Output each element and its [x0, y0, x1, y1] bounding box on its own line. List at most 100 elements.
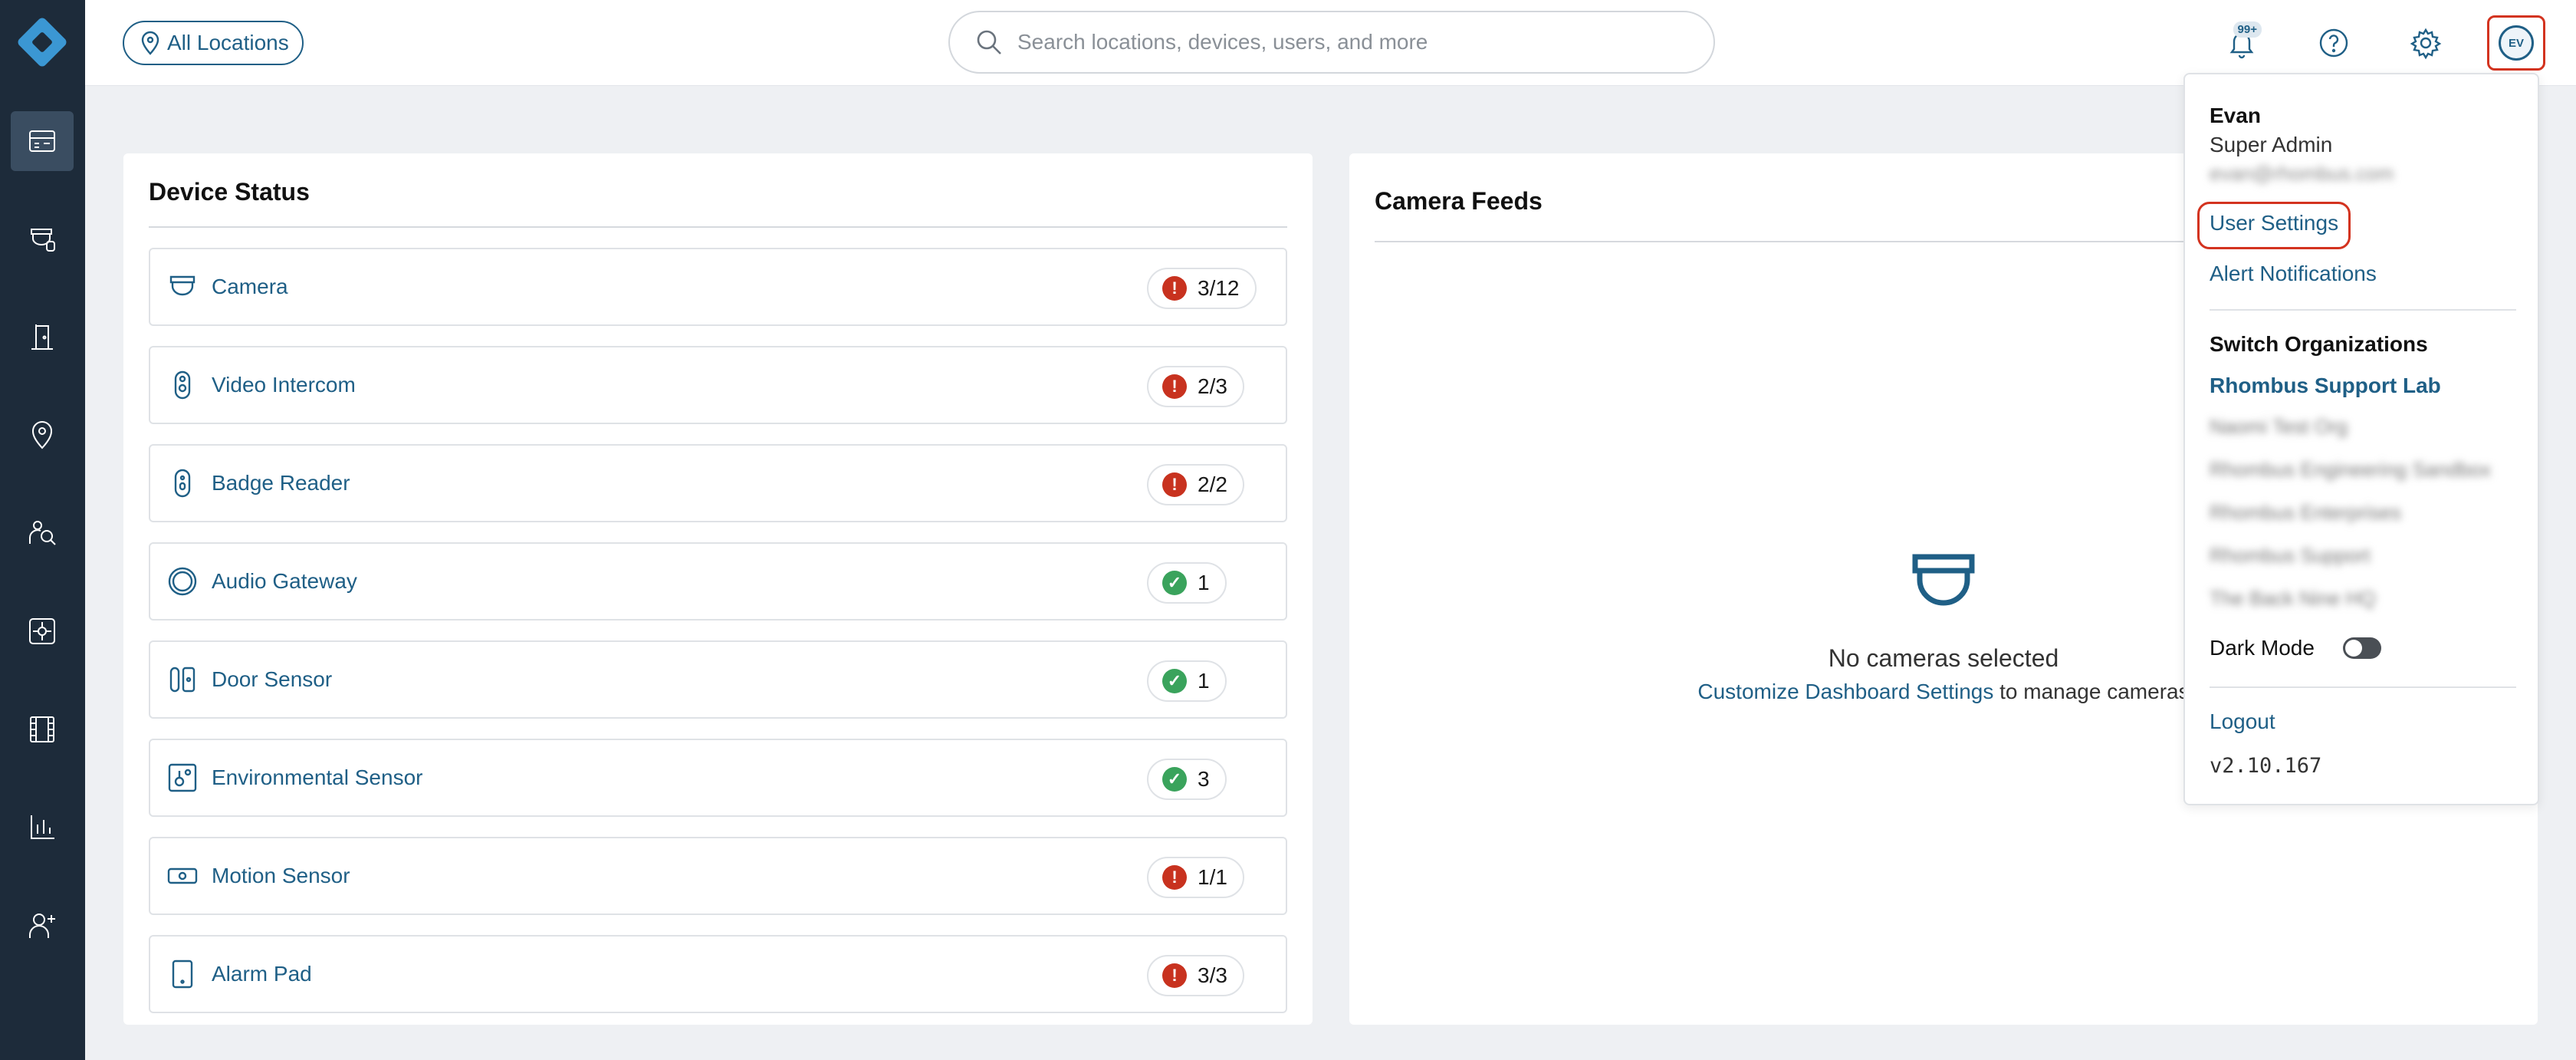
error-icon: ! [1162, 374, 1187, 399]
device-status-title: Device Status [149, 178, 310, 206]
device-row-alarm-pad[interactable]: Alarm Pad ! 3/3 [149, 935, 1287, 1013]
camera-icon [166, 270, 199, 304]
camera-feeds-title: Camera Feeds [1375, 187, 1543, 215]
view-grid-icon [29, 618, 55, 644]
status-count: 2/2 [1198, 472, 1227, 496]
device-name: Video Intercom [212, 373, 356, 397]
check-icon: ✓ [1162, 767, 1187, 792]
empty-hint-suffix: to manage cameras [1993, 680, 2190, 703]
device-row-video-intercom[interactable]: Video Intercom ! 2/3 [149, 346, 1287, 424]
org-item[interactable]: Rhombus Support [2210, 544, 2371, 568]
error-icon: ! [1162, 865, 1187, 890]
device-row-motion-sensor[interactable]: Motion Sensor ! 1/1 [149, 837, 1287, 915]
location-pin-icon [31, 421, 53, 449]
user-email: evan@rhombus.com [2210, 162, 2394, 185]
sidebar-item-views[interactable] [11, 601, 74, 661]
device-name: Alarm Pad [212, 962, 312, 986]
user-menu: Evan Super Admin evan@rhombus.com User S… [2183, 73, 2539, 805]
rhombus-logo[interactable] [15, 15, 69, 69]
bar-chart-icon [31, 815, 54, 839]
alert-notifications-link[interactable]: Alert Notifications [2210, 262, 2377, 286]
check-icon: ✓ [1162, 571, 1187, 595]
device-name: Motion Sensor [212, 864, 350, 887]
help-button[interactable] [2311, 20, 2357, 66]
device-row-door-sensor[interactable]: Door Sensor ✓ 1 [149, 640, 1287, 719]
status-count: 1/1 [1198, 865, 1227, 889]
sidebar-item-dashboard[interactable] [11, 111, 74, 171]
sidebar-item-locations[interactable] [11, 405, 74, 465]
door-sensor-icon [166, 663, 199, 696]
device-name: Environmental Sensor [212, 765, 423, 789]
sidebar-item-reports[interactable] [11, 798, 74, 858]
status-badge[interactable]: ! 3/12 [1147, 268, 1257, 309]
location-pin-icon [141, 31, 159, 55]
status-badge[interactable]: ✓ 3 [1147, 759, 1227, 800]
status-badge[interactable]: ! 1/1 [1147, 857, 1244, 898]
status-badge[interactable]: ! 3/3 [1147, 955, 1244, 996]
search-input[interactable] [1017, 30, 1631, 54]
logout-link[interactable]: Logout [2210, 709, 2275, 734]
sidebar [0, 0, 85, 1060]
sidebar-item-devices[interactable] [11, 209, 74, 268]
badge-reader-icon [166, 466, 199, 500]
environmental-sensor-icon [166, 761, 199, 795]
device-row-camera[interactable]: Camera ! 3/12 [149, 248, 1287, 326]
search-bar[interactable] [948, 11, 1715, 74]
sidebar-item-access-control[interactable] [11, 307, 74, 367]
location-label: All Locations [167, 31, 289, 54]
check-icon: ✓ [1162, 669, 1187, 693]
switch-organizations-heading: Switch Organizations [2210, 332, 2428, 356]
status-count: 1 [1198, 571, 1210, 594]
device-name: Camera [212, 275, 288, 298]
status-badge[interactable]: ! 2/2 [1147, 464, 1244, 505]
alarm-pad-icon [166, 957, 199, 991]
camera-icon [1912, 554, 1975, 606]
video-intercom-icon [166, 368, 199, 402]
divider [2210, 309, 2516, 311]
status-count: 3/12 [1198, 276, 1240, 300]
user-settings-link[interactable]: User Settings [2210, 211, 2338, 235]
film-icon [30, 716, 54, 742]
error-icon: ! [1162, 276, 1187, 301]
customize-dashboard-link[interactable]: Customize Dashboard Settings [1697, 680, 1993, 703]
dark-mode-toggle[interactable] [2343, 637, 2381, 659]
avatar: EV [2499, 25, 2534, 61]
notification-count-badge: 99+ [2233, 21, 2262, 38]
settings-button[interactable] [2403, 20, 2449, 66]
door-access-icon [31, 324, 53, 350]
org-item[interactable]: Rhombus Enterprises [2210, 501, 2401, 525]
org-item-active[interactable]: Rhombus Support Lab [2210, 374, 2441, 398]
user-avatar-button[interactable]: EV [2487, 15, 2545, 71]
status-badge[interactable]: ! 2/3 [1147, 366, 1244, 407]
org-item[interactable]: The Back Nine HQ [2210, 587, 2376, 611]
status-count: 1 [1198, 669, 1210, 693]
status-badge[interactable]: ✓ 1 [1147, 660, 1227, 702]
org-item[interactable]: Naomi Test Org [2210, 415, 2348, 439]
sidebar-item-people[interactable] [11, 503, 74, 563]
device-name: Door Sensor [212, 667, 333, 691]
status-count: 3 [1198, 767, 1210, 791]
user-role: Super Admin [2210, 133, 2333, 156]
org-item[interactable]: Rhombus Engineering Sandbox [2210, 458, 2491, 482]
device-name: Audio Gateway [212, 569, 357, 593]
status-count: 2/3 [1198, 374, 1227, 398]
gear-icon [2410, 28, 2442, 60]
motion-sensor-icon [166, 859, 199, 893]
sidebar-item-users[interactable] [11, 896, 74, 956]
status-badge[interactable]: ✓ 1 [1147, 562, 1227, 604]
camera-device-icon [31, 229, 55, 252]
user-name: Evan [2210, 104, 2261, 127]
device-row-badge-reader[interactable]: Badge Reader ! 2/2 [149, 444, 1287, 522]
divider [2210, 686, 2516, 688]
device-status-card: Device Status Camera ! 3/12 Video Interco… [123, 153, 1313, 1025]
notifications-button[interactable]: 99+ [2219, 20, 2265, 66]
all-locations-button[interactable]: All Locations [123, 21, 304, 65]
device-row-environmental-sensor[interactable]: Environmental Sensor ✓ 3 [149, 739, 1287, 817]
dark-mode-label: Dark Mode [2210, 636, 2315, 660]
error-icon: ! [1162, 472, 1187, 497]
version-label: v2.10.167 [2210, 754, 2322, 778]
people-search-icon [29, 521, 56, 545]
device-row-audio-gateway[interactable]: Audio Gateway ✓ 1 [149, 542, 1287, 621]
error-icon: ! [1162, 963, 1187, 988]
sidebar-item-video[interactable] [11, 700, 74, 759]
